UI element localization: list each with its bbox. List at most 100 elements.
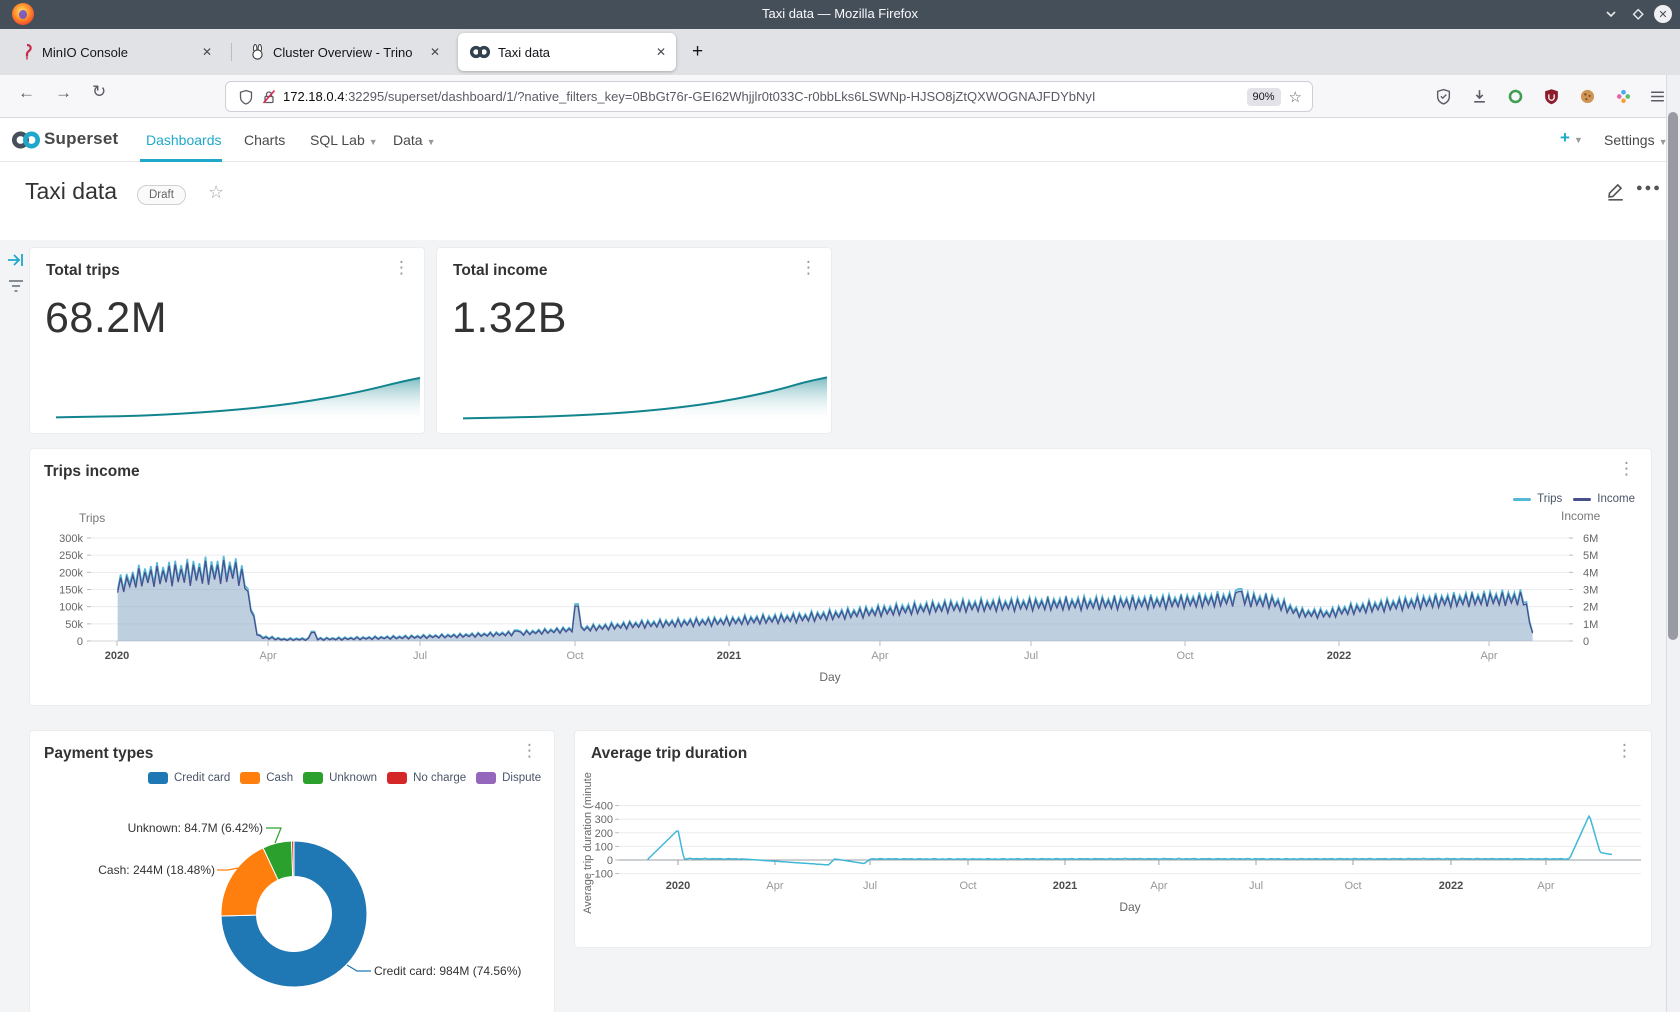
url-text[interactable]: 172.18.0.4:32295/superset/dashboard/1/?n… [283, 89, 1247, 104]
tab-taxi-data-active[interactable]: Taxi data ✕ [458, 33, 676, 71]
svg-text:6M: 6M [1583, 533, 1598, 545]
cookie-extension-icon[interactable] [1576, 85, 1598, 107]
ublock-shield-icon[interactable] [1540, 85, 1562, 107]
svg-text:1M: 1M [1583, 619, 1598, 631]
svg-text:200k: 200k [59, 567, 83, 579]
svg-text:Day: Day [1119, 900, 1140, 914]
browser-window: Taxi data — Mozilla Firefox ✕ MinIO Cons… [0, 0, 1680, 1012]
svg-text:2021: 2021 [717, 650, 741, 662]
diamond-icon [1631, 7, 1645, 21]
panel-trips-income: Trips income ⋮ Trips Income Trips Income… [29, 448, 1652, 706]
superset-logo-icon [11, 128, 41, 152]
tab-close-icon[interactable]: ✕ [656, 45, 666, 59]
privacy-extension-icon[interactable] [1504, 85, 1526, 107]
status-badge: Draft [137, 185, 186, 205]
zoom-level-badge[interactable]: 90% [1247, 88, 1281, 106]
svg-text:Oct: Oct [959, 880, 976, 892]
page-title: Taxi data [25, 178, 117, 205]
chevron-down-icon [1604, 7, 1618, 21]
window-title: Taxi data — Mozilla Firefox [0, 6, 1680, 21]
svg-text:-100: -100 [591, 869, 613, 881]
svg-text:Jul: Jul [1024, 650, 1038, 662]
containers-extension-icon[interactable] [1612, 85, 1634, 107]
svg-text:Oct: Oct [1344, 880, 1361, 892]
svg-text:2022: 2022 [1327, 650, 1351, 662]
tab-separator [231, 43, 232, 61]
svg-text:Apr: Apr [1537, 880, 1554, 892]
card-title: Total income [453, 262, 547, 280]
kebab-menu-icon[interactable]: ⋮ [800, 258, 817, 278]
add-new-button[interactable]: +▼ [1560, 128, 1583, 148]
window-close-button[interactable]: ✕ [1654, 5, 1672, 23]
new-tab-button[interactable]: + [692, 41, 703, 63]
tab-close-icon[interactable]: ✕ [430, 45, 440, 59]
nav-dashboards[interactable]: Dashboards [146, 132, 222, 148]
url-bar[interactable]: 172.18.0.4:32295/superset/dashboard/1/?n… [225, 81, 1313, 112]
nav-sql-lab[interactable]: SQL Lab▼ [310, 132, 378, 148]
svg-text:Oct: Oct [566, 650, 583, 662]
superset-navbar: Superset Dashboards Charts SQL Lab▼ Data… [0, 118, 1680, 162]
browser-toolbar: ← → ↻ 172.18.0.4:32295/superset/dashboar… [0, 75, 1680, 118]
donut-label-unknown: Unknown: 84.7M (6.42%) [128, 821, 263, 835]
nav-data[interactable]: Data▼ [393, 132, 436, 148]
trips-income-chart: 300k6M250k5M200k4M150k3M100k2M50k1M00202… [30, 449, 1653, 707]
svg-text:Apr: Apr [1480, 650, 1497, 662]
tab-cluster-overview-trino[interactable]: Cluster Overview - Trino ✕ [240, 33, 450, 71]
trend-sparkline [32, 370, 424, 431]
expand-filter-bar-icon[interactable] [6, 250, 26, 270]
close-icon: ✕ [1654, 5, 1672, 23]
tracking-shield-icon[interactable] [238, 89, 254, 105]
card-total-trips: Total trips ⋮ 68.2M [29, 247, 425, 434]
url-path: :32295/superset/dashboard/1/?native_filt… [344, 89, 1095, 104]
reload-button[interactable]: ↻ [92, 82, 106, 102]
svg-text:0: 0 [77, 636, 83, 648]
tab-strip: MinIO Console ✕ Cluster Overview - Trino… [0, 29, 1680, 75]
svg-text:0: 0 [1583, 636, 1589, 648]
url-host: 172.18.0.4 [283, 89, 344, 104]
svg-text:2020: 2020 [105, 650, 129, 662]
trend-sparkline [439, 370, 831, 431]
favorite-star-icon[interactable]: ☆ [208, 182, 224, 203]
hamburger-menu-icon[interactable] [1646, 85, 1668, 107]
tab-close-icon[interactable]: ✕ [202, 45, 212, 59]
svg-text:3M: 3M [1583, 585, 1598, 597]
chevron-down-icon: ▼ [427, 137, 436, 147]
forward-button[interactable]: → [55, 83, 72, 103]
panel-avg-trip-duration: Average trip duration ⋮ 4003002001000-10… [574, 730, 1652, 948]
window-minimize-button[interactable] [1604, 5, 1618, 23]
svg-text:300k: 300k [59, 533, 83, 545]
svg-text:Apr: Apr [260, 650, 277, 662]
pocket-shield-check-icon[interactable] [1432, 85, 1454, 107]
filter-funnel-icon[interactable] [6, 276, 26, 296]
svg-text:400: 400 [595, 801, 613, 813]
svg-text:Apr: Apr [871, 650, 888, 662]
kebab-menu-icon[interactable]: ⋮ [393, 258, 410, 278]
tab-label: Taxi data [498, 45, 550, 60]
svg-text:Jul: Jul [863, 880, 877, 892]
scrollbar-thumb[interactable] [1668, 112, 1678, 640]
downloads-icon[interactable] [1468, 85, 1490, 107]
tab-minio-console[interactable]: MinIO Console ✕ [8, 33, 222, 71]
bookmark-star-icon[interactable]: ☆ [1289, 88, 1302, 106]
svg-text:300: 300 [595, 814, 613, 826]
svg-text:Apr: Apr [766, 880, 783, 892]
svg-text:5M: 5M [1583, 550, 1598, 562]
insecure-lock-icon[interactable] [261, 89, 277, 105]
superset-infinity-icon [470, 45, 490, 59]
svg-text:Oct: Oct [1176, 650, 1193, 662]
window-maximize-button[interactable] [1631, 5, 1645, 23]
ellipsis-menu-icon[interactable]: ●●● [1636, 182, 1662, 194]
superset-brand[interactable]: Superset [44, 129, 118, 149]
nav-charts[interactable]: Charts [244, 132, 285, 148]
back-button[interactable]: ← [18, 83, 35, 103]
edit-pencil-icon[interactable] [1604, 180, 1626, 202]
donut-label-cash: Cash: 244M (18.48%) [98, 863, 215, 877]
svg-text:50k: 50k [65, 619, 83, 631]
chevron-down-icon: ▼ [1574, 135, 1583, 145]
tab-label: Cluster Overview - Trino [273, 45, 412, 60]
donut-label-credit-card: Credit card: 984M (74.56%) [374, 964, 521, 978]
big-number-value: 68.2M [45, 294, 167, 343]
svg-text:Day: Day [819, 670, 840, 684]
settings-menu[interactable]: Settings▼ [1604, 132, 1668, 148]
chevron-down-icon: ▼ [369, 137, 378, 147]
